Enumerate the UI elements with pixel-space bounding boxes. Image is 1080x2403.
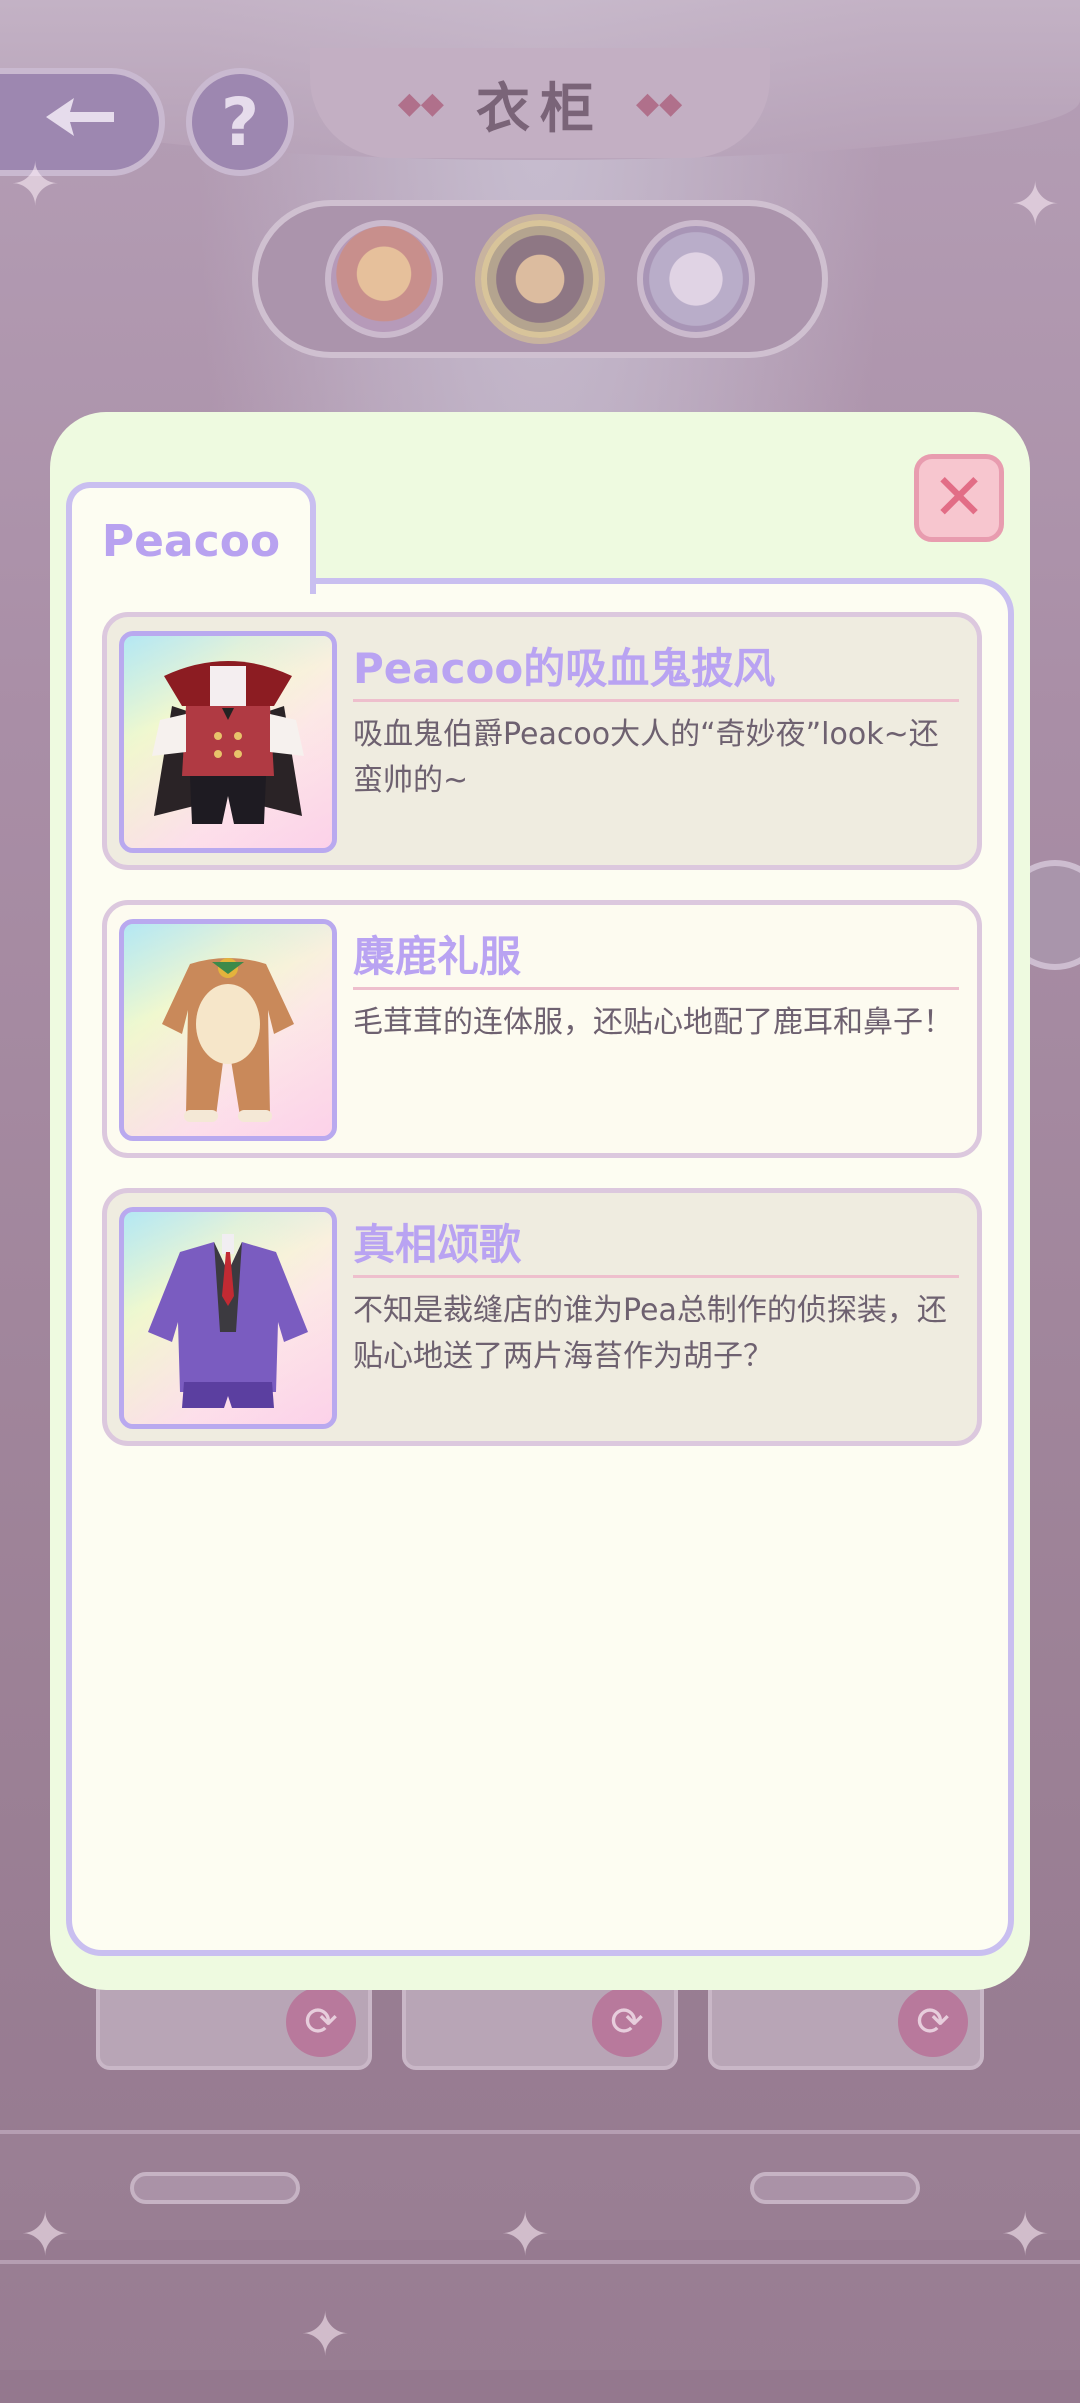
character-avatar-3[interactable] [637, 220, 755, 338]
title-plate: ◆◆ 衣柜 ◆◆ [310, 48, 770, 158]
sparkle-icon: ✦ [1010, 170, 1061, 240]
drawer [0, 2260, 1080, 2370]
vampire-cape-outfit-image [119, 631, 337, 853]
list-item[interactable]: Peacoo的吸血鬼披风 吸血鬼伯爵Peacoo大人的“奇妙夜”look~还蛮帅… [102, 612, 982, 870]
help-button[interactable]: ? [186, 68, 294, 176]
close-button[interactable]: ✕ [914, 454, 1004, 542]
list-item[interactable]: 真相颂歌 不知是裁缝店的谁为Pea总制作的侦探装，还贴心地送了两片海苔作为胡子？ [102, 1188, 982, 1446]
help-question-icon: ? [220, 83, 260, 161]
diamond-decoration-icon: ◆◆ [397, 85, 444, 121]
item-info: 真相颂歌 不知是裁缝店的谁为Pea总制作的侦探装，还贴心地送了两片海苔作为胡子？ [353, 1217, 959, 1380]
outfit-detail-modal: ✕ Peacoo Peacoo的吸血鬼披风 吸血鬼伯爵Peacoo大人的“奇妙夜… [50, 412, 1030, 1990]
detective-suit-outfit-image [119, 1207, 337, 1429]
diamond-decoration-icon: ◆◆ [636, 85, 683, 121]
outfit-list-panel: Peacoo的吸血鬼披风 吸血鬼伯爵Peacoo大人的“奇妙夜”look~还蛮帅… [66, 578, 1014, 1956]
sparkle-icon: ✦ [10, 150, 61, 220]
item-name: 麋鹿礼服 [353, 929, 959, 990]
refresh-icon[interactable]: ⟳ [592, 1987, 662, 2057]
item-info: 麋鹿礼服 毛茸茸的连体服，还贴心地配了鹿耳和鼻子！ [353, 929, 959, 1046]
item-description: 不知是裁缝店的谁为Pea总制作的侦探装，还贴心地送了两片海苔作为胡子？ [353, 1293, 947, 1374]
character-selector [252, 200, 828, 358]
item-description: 吸血鬼伯爵Peacoo大人的“奇妙夜”look~还蛮帅的~ [353, 717, 939, 798]
drawer-handle [750, 2172, 920, 2204]
sparkle-icon: ✦ [20, 2200, 71, 2270]
sparkle-icon: ✦ [300, 2300, 351, 2370]
item-name: Peacoo的吸血鬼披风 [353, 641, 959, 702]
list-item[interactable]: 麋鹿礼服 毛茸茸的连体服，还贴心地配了鹿耳和鼻子！ [102, 900, 982, 1158]
tab-label: Peacoo [101, 515, 281, 567]
character-avatar-1[interactable] [325, 220, 443, 338]
back-arrow-icon [40, 88, 120, 156]
close-icon: ✕ [932, 461, 986, 535]
character-avatar-2[interactable] [481, 220, 599, 338]
item-info: Peacoo的吸血鬼披风 吸血鬼伯爵Peacoo大人的“奇妙夜”look~还蛮帅… [353, 641, 959, 804]
refresh-icon[interactable]: ⟳ [898, 1987, 968, 2057]
refresh-icon[interactable]: ⟳ [286, 1987, 356, 2057]
outfit-list: Peacoo的吸血鬼披风 吸血鬼伯爵Peacoo大人的“奇妙夜”look~还蛮帅… [102, 612, 982, 1476]
sparkle-icon: ✦ [1000, 2200, 1051, 2270]
item-description: 毛茸茸的连体服，还贴心地配了鹿耳和鼻子！ [353, 1005, 953, 1040]
tab-joint [72, 578, 310, 590]
reindeer-onesie-outfit-image [119, 919, 337, 1141]
item-name: 真相颂歌 [353, 1217, 959, 1278]
page-title: 衣柜 [476, 75, 604, 140]
sparkle-icon: ✦ [500, 2200, 551, 2270]
drawer-handle [130, 2172, 300, 2204]
